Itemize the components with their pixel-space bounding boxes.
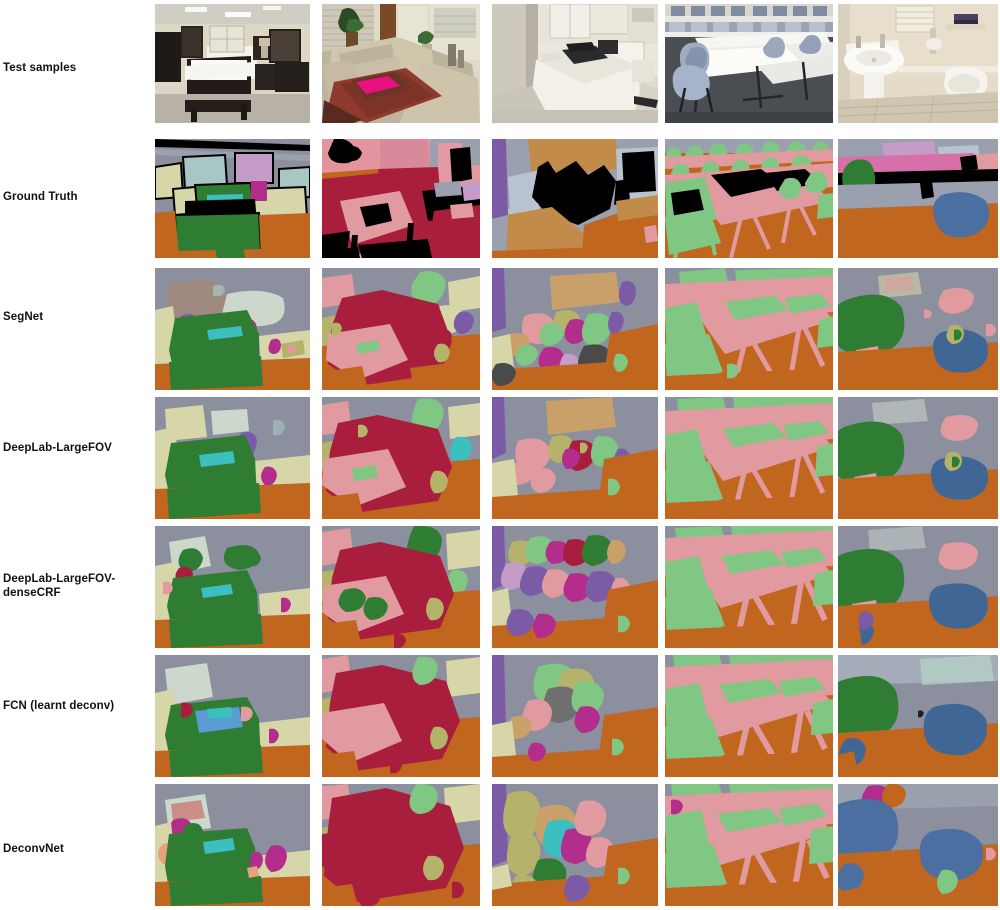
deeplab-laundry [492,397,658,519]
ground-truth-livingroom [322,139,480,258]
deeplab-crf-bedroom [155,526,310,648]
deconvnet-livingroom [322,784,480,906]
test-sample-laundry [492,4,658,123]
test-sample-bedroom [155,4,310,123]
deconvnet-laundry [492,784,658,906]
test-sample-bathroom [838,4,998,123]
segnet-livingroom [322,268,480,390]
deconvnet-bedroom [155,784,310,906]
deeplab-livingroom [322,397,480,519]
ground-truth-bedroom [155,139,310,258]
ground-truth-laundry [492,139,658,258]
deeplab-bedroom [155,397,310,519]
fcn-laundry [492,655,658,777]
row-label-deeplab-largefov: DeepLab-LargeFOV [3,442,112,454]
row-label-segnet: SegNet [3,311,44,323]
segnet-bathroom [838,268,998,390]
segnet-classroom [665,268,833,390]
ground-truth-classroom [665,139,833,258]
segnet-laundry [492,268,658,390]
segnet-bedroom [155,268,310,390]
fcn-bathroom [838,655,998,777]
test-sample-classroom [665,4,833,123]
test-sample-livingroom [322,4,480,123]
deconvnet-bathroom [838,784,998,906]
row-label-deconvnet: DeconvNet [3,843,64,855]
deeplab-crf-livingroom [322,526,480,648]
deconvnet-classroom [665,784,833,906]
row-label-deeplab-densecrf-line2: denseCRF [3,587,61,599]
fcn-bedroom [155,655,310,777]
row-label-fcn-learnt-deconv: FCN (learnt deconv) [3,700,115,712]
figure-grid: Test samples Ground Truth SegNet DeepLab… [0,0,1000,910]
deeplab-classroom [665,397,833,519]
deeplab-crf-bathroom [838,526,998,648]
ground-truth-bathroom [838,139,998,258]
fcn-livingroom [322,655,480,777]
row-label-ground-truth: Ground Truth [3,191,78,203]
deeplab-crf-laundry [492,526,658,648]
row-label-test-samples: Test samples [3,62,77,74]
row-label-deeplab-densecrf-line1: DeepLab-LargeFOV- [3,573,116,585]
deeplab-crf-classroom [665,526,833,648]
fcn-classroom [665,655,833,777]
deeplab-bathroom [838,397,998,519]
